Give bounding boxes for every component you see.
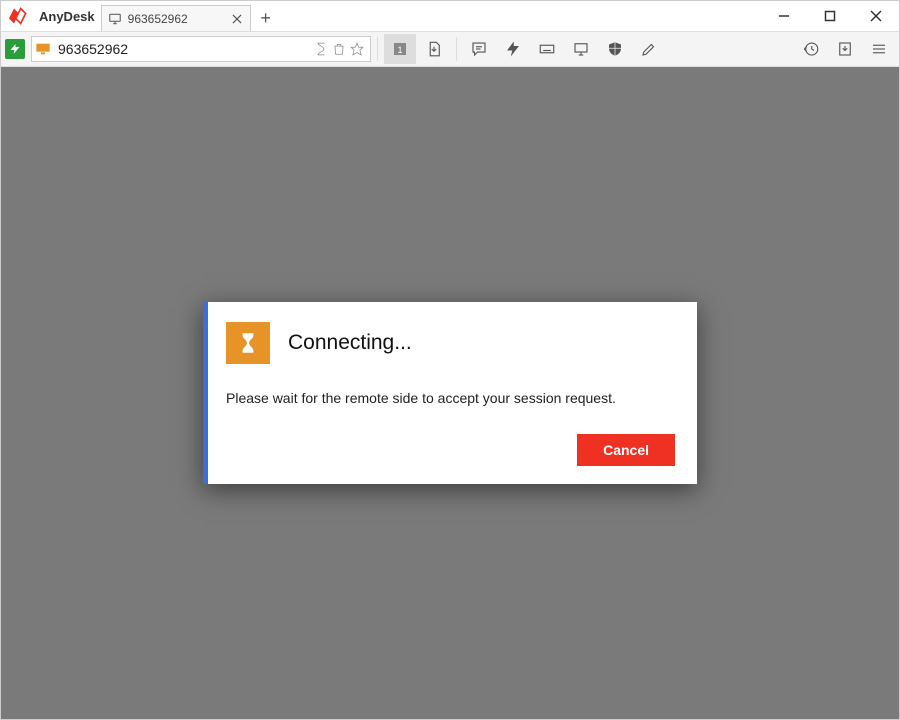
close-button[interactable] (853, 1, 899, 31)
monitor-icon (572, 40, 590, 58)
session-tab[interactable]: 963652962 (101, 5, 251, 31)
address-input[interactable] (54, 41, 314, 57)
svg-text:1: 1 (397, 45, 402, 55)
hourglass-monitor-icon (226, 322, 270, 364)
favorite-icon[interactable] (350, 42, 364, 56)
tab-label: 963652962 (128, 12, 188, 26)
minimize-icon (778, 10, 790, 22)
shield-icon (606, 40, 624, 58)
file-transfer-button[interactable] (418, 34, 450, 64)
maximize-button[interactable] (807, 1, 853, 31)
cancel-button[interactable]: Cancel (577, 434, 675, 466)
display-number-icon: 1 (391, 40, 409, 58)
monitor-icon (32, 42, 54, 56)
divider (456, 37, 457, 61)
dialog-title: Connecting... (288, 331, 412, 355)
whiteboard-button[interactable] (633, 34, 665, 64)
monitor-icon (108, 12, 122, 26)
menu-button[interactable] (863, 34, 895, 64)
window-controls (761, 1, 899, 31)
download-icon (836, 40, 854, 58)
hamburger-icon (870, 40, 888, 58)
display-select-button[interactable]: 1 (384, 34, 416, 64)
keyboard-icon (538, 40, 556, 58)
app-logo (1, 1, 37, 31)
history-button[interactable] (795, 34, 827, 64)
connecting-dialog: Connecting... Please wait for the remote… (203, 302, 697, 484)
keyboard-button[interactable] (531, 34, 563, 64)
anydesk-logo-icon (9, 6, 29, 26)
close-icon[interactable] (230, 12, 244, 26)
actions-button[interactable] (497, 34, 529, 64)
address-bar[interactable] (31, 36, 371, 62)
pen-icon (640, 40, 658, 58)
maximize-icon (824, 10, 836, 22)
dialog-message: Please wait for the remote side to accep… (226, 390, 675, 406)
remote-view: Connecting... Please wait for the remote… (1, 67, 899, 719)
app-name: AnyDesk (39, 9, 95, 24)
display-settings-button[interactable] (565, 34, 597, 64)
minimize-button[interactable] (761, 1, 807, 31)
history-icon (802, 40, 820, 58)
toolbar: 1 (1, 31, 899, 67)
connection-status-icon (5, 39, 25, 59)
new-tab-button[interactable]: + (251, 8, 281, 29)
trash-icon[interactable] (332, 42, 346, 56)
chat-button[interactable] (463, 34, 495, 64)
file-arrow-icon (425, 40, 443, 58)
chat-icon (470, 40, 488, 58)
titlebar: AnyDesk 963652962 + (1, 1, 899, 31)
hourglass-icon (314, 42, 328, 56)
close-icon (870, 10, 882, 22)
divider (377, 37, 378, 61)
install-button[interactable] (829, 34, 861, 64)
permissions-button[interactable] (599, 34, 631, 64)
lightning-icon (504, 40, 522, 58)
